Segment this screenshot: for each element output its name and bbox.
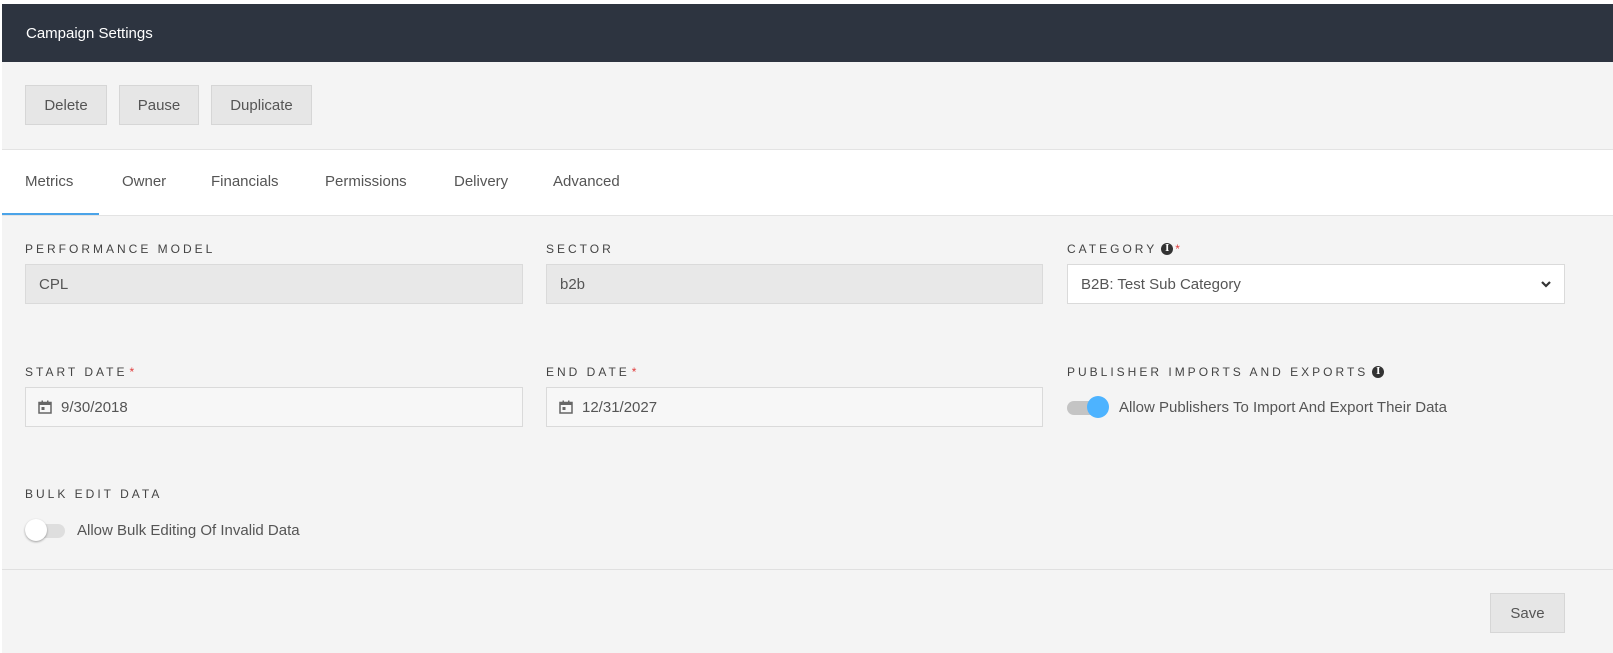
- metrics-panel: PERFORMANCE MODEL CPL SECTOR b2b CATEGOR…: [2, 216, 1613, 569]
- tab-advanced[interactable]: Advanced: [553, 150, 620, 215]
- start-date-value: 9/30/2018: [61, 398, 128, 416]
- page-header: Campaign Settings: [2, 4, 1613, 62]
- action-toolbar: Delete Pause Duplicate: [2, 62, 1613, 150]
- tab-owner[interactable]: Owner: [122, 150, 166, 215]
- sector-field: b2b: [546, 264, 1043, 304]
- end-date-field[interactable]: 12/31/2027: [546, 387, 1043, 427]
- tab-delivery[interactable]: Delivery: [454, 150, 508, 215]
- publisher-imports-exports-row: Allow Publishers To Import And Export Th…: [1067, 395, 1447, 419]
- start-date-label-text: START DATE: [25, 365, 128, 379]
- required-mark: *: [129, 365, 135, 379]
- publisher-imports-exports-label: PUBLISHER IMPORTS AND EXPORTS i: [1067, 365, 1385, 379]
- publisher-imports-exports-label-text: PUBLISHER IMPORTS AND EXPORTS: [1067, 365, 1369, 379]
- publisher-imports-exports-toggle-label: Allow Publishers To Import And Export Th…: [1119, 398, 1447, 416]
- toggle-knob: [1087, 396, 1109, 418]
- performance-model-value: CPL: [39, 275, 69, 293]
- category-select[interactable]: B2B: Test Sub Category: [1067, 264, 1565, 304]
- chevron-down-icon: [1541, 281, 1551, 288]
- publisher-imports-exports-toggle[interactable]: [1067, 395, 1109, 419]
- info-icon[interactable]: i: [1161, 243, 1174, 255]
- tab-metrics[interactable]: Metrics: [2, 150, 99, 215]
- start-date-field[interactable]: 9/30/2018: [25, 387, 523, 427]
- campaign-settings-window: Campaign Settings Delete Pause Duplicate…: [0, 0, 1613, 653]
- bulk-edit-label-text: BULK EDIT DATA: [25, 487, 163, 501]
- end-date-label: END DATE *: [546, 365, 636, 379]
- performance-model-label-text: PERFORMANCE MODEL: [25, 242, 216, 256]
- duplicate-button[interactable]: Duplicate: [211, 85, 312, 125]
- start-date-label: START DATE *: [25, 365, 134, 379]
- bulk-edit-toggle[interactable]: [25, 518, 67, 542]
- sector-value: b2b: [560, 275, 586, 293]
- footer-bar: Save: [2, 569, 1613, 653]
- info-icon[interactable]: i: [1372, 366, 1385, 378]
- settings-tabs: Metrics Owner Financials Permissions Del…: [2, 150, 1613, 216]
- bulk-edit-label: BULK EDIT DATA: [25, 487, 162, 501]
- calendar-icon: [38, 400, 52, 414]
- category-label-text: CATEGORY: [1067, 242, 1158, 256]
- category-selected-value: B2B: Test Sub Category: [1081, 275, 1241, 293]
- sector-label: SECTOR: [546, 242, 614, 256]
- required-mark: *: [631, 365, 637, 379]
- sector-label-text: SECTOR: [546, 242, 614, 256]
- calendar-icon: [559, 400, 573, 414]
- save-button[interactable]: Save: [1490, 593, 1565, 633]
- tab-financials[interactable]: Financials: [211, 150, 279, 215]
- performance-model-field: CPL: [25, 264, 523, 304]
- end-date-value: 12/31/2027: [582, 398, 658, 416]
- required-mark: *: [1175, 242, 1180, 256]
- pause-button[interactable]: Pause: [119, 85, 199, 125]
- toggle-knob: [25, 519, 47, 541]
- tab-permissions[interactable]: Permissions: [325, 150, 407, 215]
- end-date-label-text: END DATE: [546, 365, 630, 379]
- performance-model-label: PERFORMANCE MODEL: [25, 242, 215, 256]
- bulk-edit-toggle-label: Allow Bulk Editing Of Invalid Data: [77, 521, 300, 539]
- bulk-edit-row: Allow Bulk Editing Of Invalid Data: [25, 518, 300, 542]
- page-title: Campaign Settings: [26, 24, 153, 42]
- category-label: CATEGORY i *: [1067, 242, 1180, 256]
- delete-button[interactable]: Delete: [25, 85, 107, 125]
